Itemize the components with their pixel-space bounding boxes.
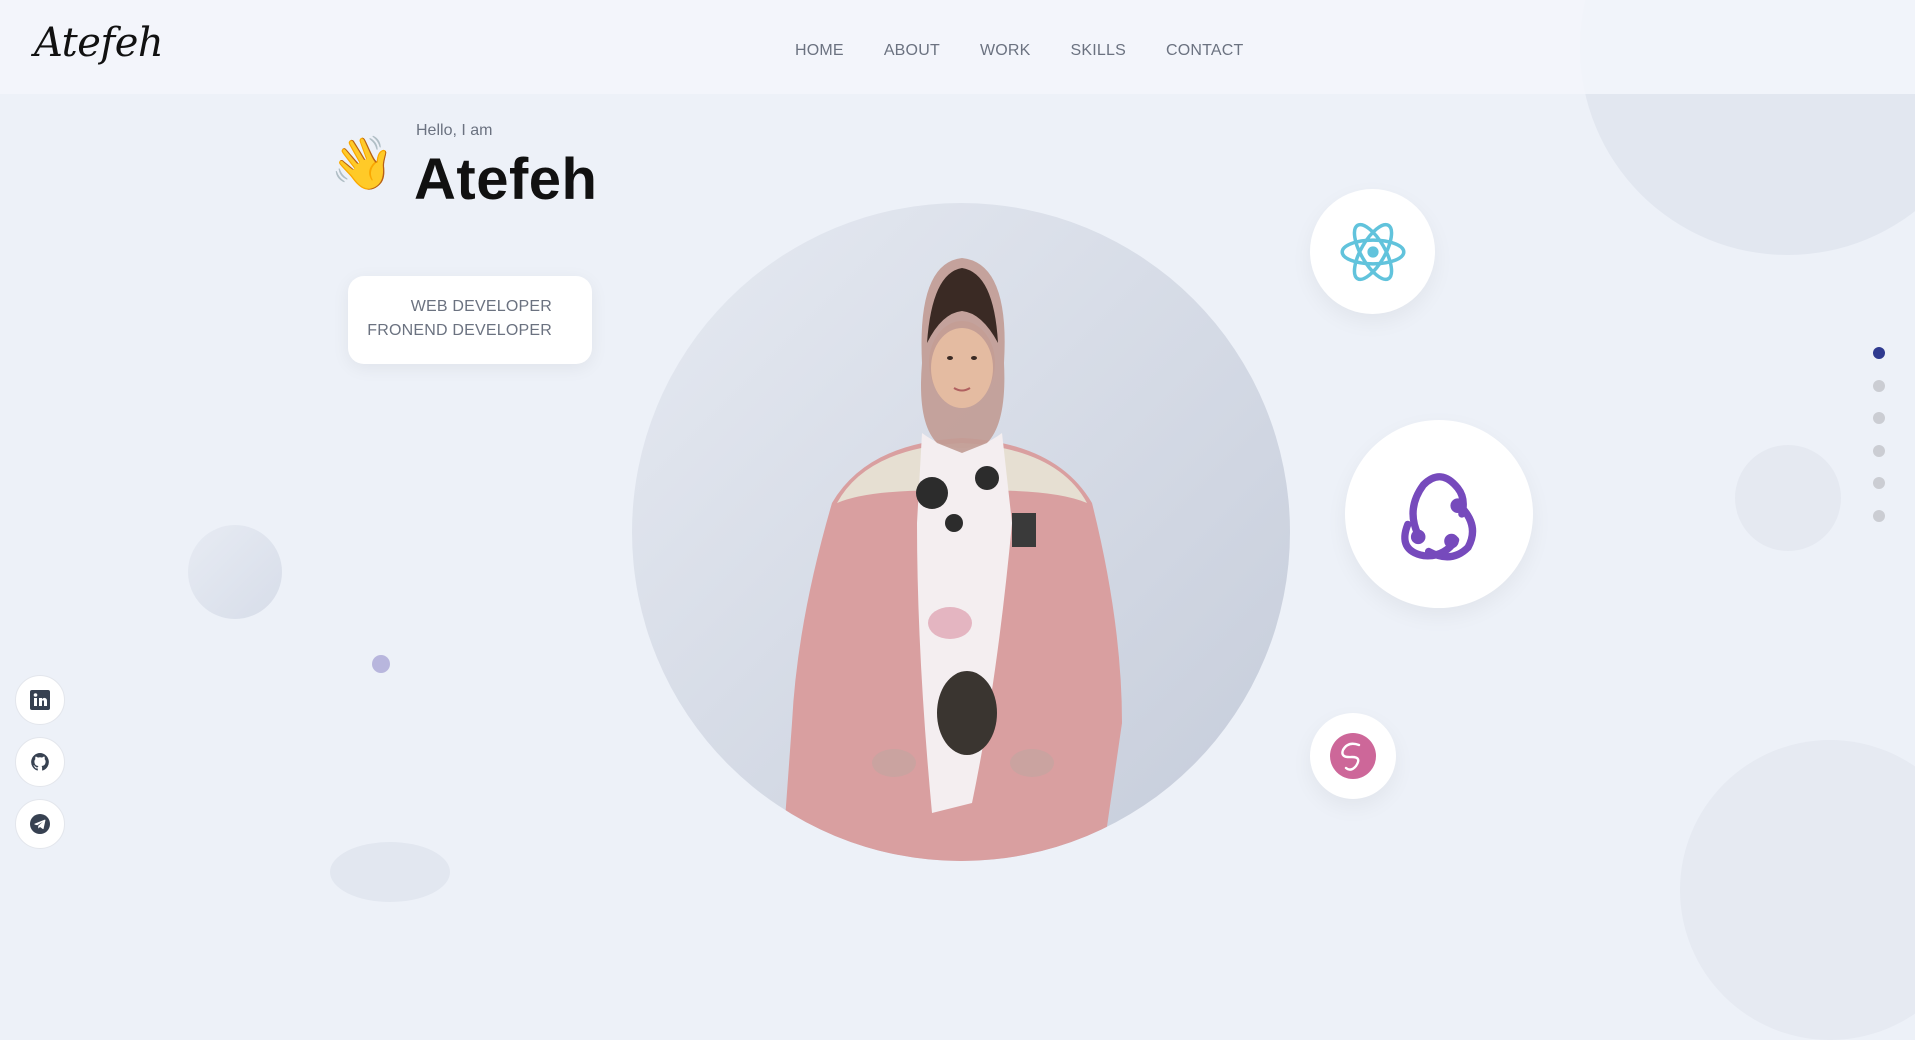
sass-icon — [1330, 733, 1376, 779]
github-button[interactable] — [15, 737, 65, 787]
pager-dot-2[interactable] — [1873, 379, 1885, 392]
telegram-icon — [30, 814, 50, 834]
role-frontend-developer: FRONEND DEVELOPER — [367, 322, 552, 339]
sass-bubble — [1310, 713, 1396, 799]
react-icon — [1339, 222, 1406, 281]
github-icon — [31, 753, 49, 771]
nav-home[interactable]: HOME — [795, 42, 844, 60]
greeting-text: Hello, I am — [416, 122, 493, 139]
main-nav: HOME ABOUT WORK SKILLS CONTACT — [795, 42, 1244, 60]
pager-dot-6[interactable] — [1873, 509, 1885, 522]
pager-dot-1[interactable] — [1873, 347, 1885, 359]
redux-bubble — [1345, 420, 1533, 608]
pager-dot-5[interactable] — [1873, 477, 1885, 489]
decorative-circle-right — [1735, 445, 1841, 551]
nav-contact[interactable]: CONTACT — [1166, 42, 1244, 60]
linkedin-button[interactable] — [15, 675, 65, 725]
telegram-button[interactable] — [15, 799, 65, 849]
decorative-circle-bottom-right — [1680, 740, 1915, 1040]
react-bubble — [1310, 189, 1435, 314]
profile-photo — [782, 258, 1122, 861]
navbar: Atefeh HOME ABOUT WORK SKILLS CONTACT — [0, 0, 1915, 94]
hero-name: Atefeh — [414, 147, 598, 212]
pager-dot-4[interactable] — [1873, 444, 1885, 457]
wave-icon: 👋 — [330, 134, 395, 194]
redux-icon — [1401, 473, 1477, 561]
linkedin-icon — [30, 690, 50, 710]
nav-about[interactable]: ABOUT — [884, 42, 940, 60]
profile-backdrop — [632, 203, 1290, 861]
decorative-circle-left — [188, 525, 282, 619]
site-logo[interactable]: Atefeh — [34, 20, 164, 66]
nav-work[interactable]: WORK — [980, 42, 1031, 60]
nav-skills[interactable]: SKILLS — [1071, 42, 1126, 60]
role-card: WEB DEVELOPER FRONEND DEVELOPER — [348, 276, 592, 364]
pager-dot-3[interactable] — [1873, 412, 1885, 424]
section-pager — [1873, 347, 1885, 542]
social-links — [15, 675, 65, 861]
decorative-dot — [372, 655, 390, 673]
role-web-developer: WEB DEVELOPER — [410, 298, 552, 315]
decorative-circle-bottom-left — [330, 842, 450, 902]
